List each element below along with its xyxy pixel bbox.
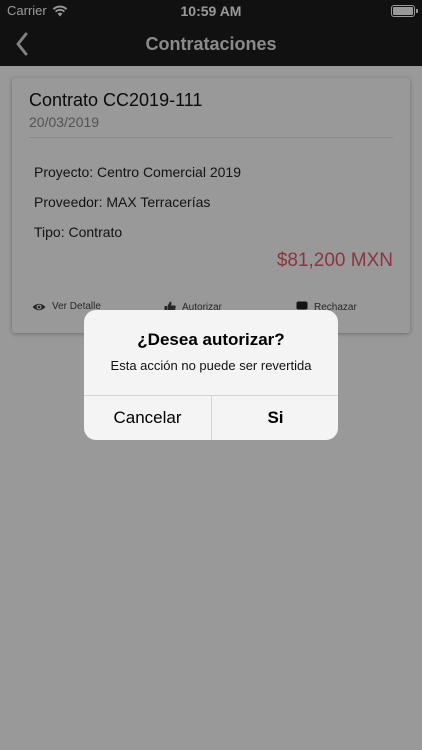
confirm-button[interactable]: Si <box>212 396 338 440</box>
dialog-title: ¿Desea autorizar? <box>137 330 285 349</box>
dialog-message: Esta acción no puede ser revertida <box>110 358 312 373</box>
cancel-button[interactable]: Cancelar <box>84 396 211 440</box>
confirm-dialog: ¿Desea autorizar? Esta acción no puede s… <box>84 310 338 440</box>
